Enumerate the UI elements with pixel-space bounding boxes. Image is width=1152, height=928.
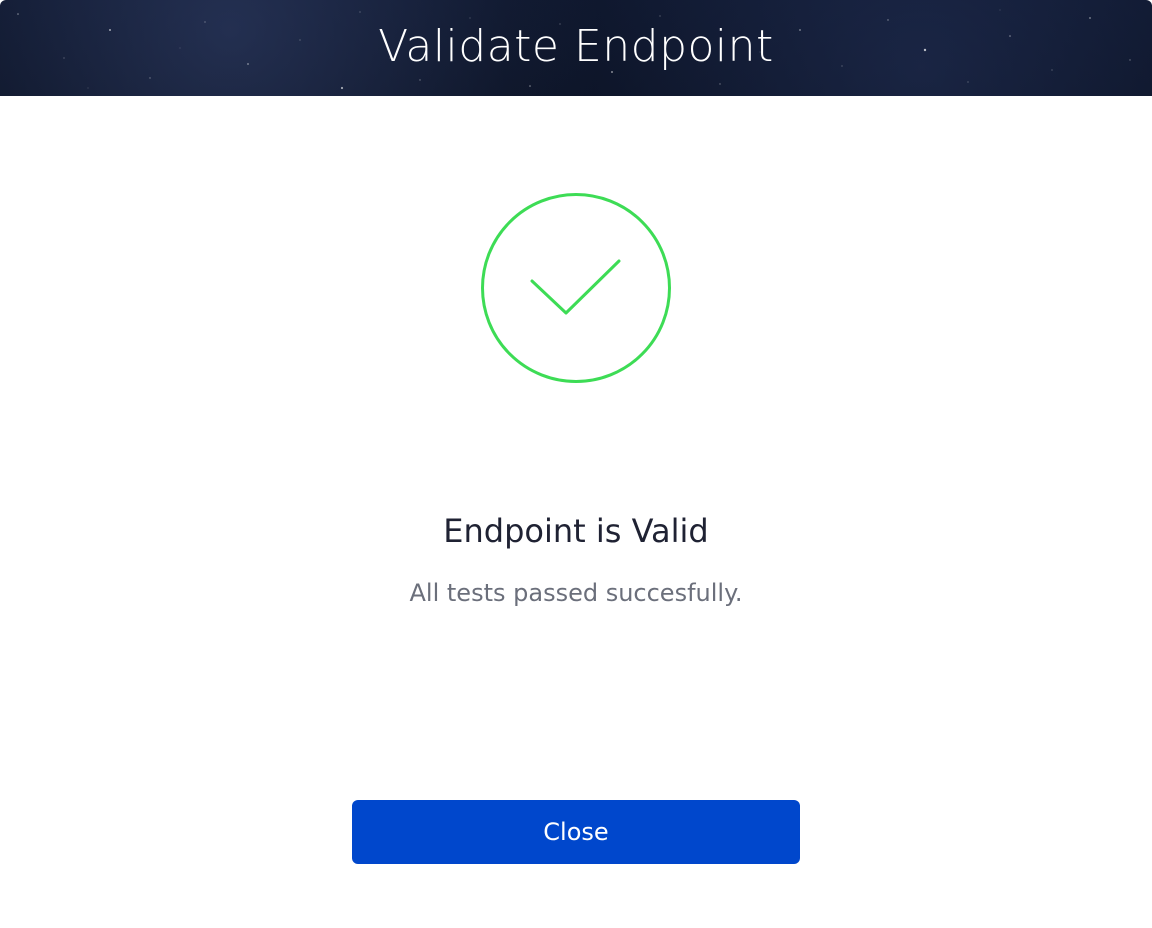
- validate-endpoint-dialog: Validate Endpoint Endpoint is Valid All …: [0, 0, 1152, 928]
- checkmark-circle-icon: [481, 193, 671, 383]
- status-message: All tests passed succesfully.: [409, 579, 743, 607]
- status-heading: Endpoint is Valid: [443, 512, 709, 550]
- dialog-header: Validate Endpoint: [0, 0, 1152, 96]
- close-button[interactable]: Close: [352, 800, 800, 864]
- dialog-title: Validate Endpoint: [378, 21, 774, 72]
